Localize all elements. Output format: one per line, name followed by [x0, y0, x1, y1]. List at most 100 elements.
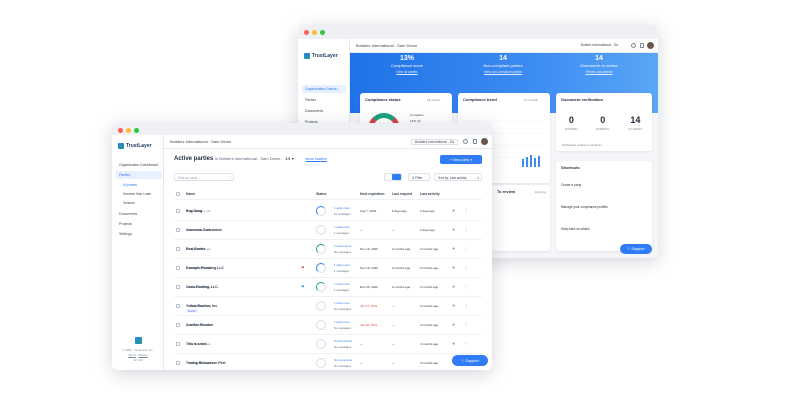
send-request-icon[interactable]: ✈ — [452, 303, 455, 308]
party-name[interactable]: This is a test Fannie Mae Loan — [186, 342, 211, 346]
row-checkbox[interactable] — [176, 323, 180, 327]
row-checkbox[interactable] — [176, 304, 180, 308]
more-options-icon[interactable]: ⋮ — [464, 303, 468, 308]
more-options-icon[interactable]: ⋮ — [464, 265, 468, 270]
filter-button[interactable]: ⚲ Filter — [408, 173, 430, 181]
trend-range[interactable]: 12 months — [524, 98, 538, 102]
party-name[interactable]: Another Plumber Fannie Mae Loan — [186, 323, 214, 327]
send-request-icon[interactable]: ✈ — [452, 246, 455, 251]
sidebar-item-parties[interactable]: Parties — [116, 171, 162, 179]
table-row[interactable]: Yellow Roofers, Inc. Fannie Mae Loan Roofe… — [174, 297, 482, 316]
review-documents-link[interactable]: Review documents — [554, 70, 644, 74]
more-options-icon[interactable]: ⋮ — [464, 322, 468, 327]
sidebar-subitem-all-parties[interactable]: All parties — [116, 181, 162, 189]
row-checkbox[interactable] — [176, 361, 180, 365]
messages-link[interactable]: No messages — [334, 307, 351, 311]
action-items-link[interactable]: 1 action item — [334, 320, 350, 324]
messages-link[interactable]: No messages — [334, 345, 351, 349]
expired-count[interactable]: 0 EXPIRED — [565, 115, 577, 131]
row-checkbox[interactable] — [176, 247, 180, 251]
search-icon[interactable] — [463, 139, 468, 144]
messages-link[interactable]: No messages — [334, 326, 351, 330]
bell-icon[interactable] — [640, 43, 644, 48]
shortcut-keep-tabs[interactable]: Keep tabs on what's — [561, 227, 590, 231]
support-button[interactable]: ? Support — [620, 244, 652, 254]
column-status[interactable]: Status — [316, 192, 326, 196]
row-checkbox[interactable] — [176, 285, 180, 289]
table-row[interactable]: Testing Richardson Peet Fannie Mae Loan No… — [174, 354, 482, 370]
table-row[interactable]: Awesome Contractors Fannie Mae Loan 1 acti… — [174, 221, 482, 240]
more-options-icon[interactable]: ⋮ — [464, 208, 468, 213]
select-all-checkbox[interactable] — [176, 192, 180, 196]
more-options-icon[interactable]: ⋮ — [464, 246, 468, 251]
window-controls[interactable] — [304, 30, 325, 35]
organization-select[interactable]: Builders International - Sa — [410, 139, 458, 145]
expiring-count[interactable]: 0 EXPIRING — [596, 115, 609, 131]
view-toggle[interactable] — [384, 173, 402, 181]
view-all-parties-link[interactable]: View all parties — [362, 70, 452, 74]
messages-link[interactable]: 1 messages — [334, 269, 349, 273]
avatar[interactable] — [481, 138, 488, 145]
messages-link[interactable]: No messages — [334, 250, 351, 254]
send-request-icon[interactable]: ✈ — [452, 227, 455, 232]
party-name[interactable]: Awesome Contractors Fannie Mae Loan — [186, 228, 222, 232]
app-logo[interactable]: TrustLayer — [118, 143, 152, 149]
column-last-activity[interactable]: Last activity — [420, 192, 440, 196]
party-name[interactable]: Example Plumbing LLC Fannie Mae Loan — [186, 266, 224, 270]
list-view-icon[interactable] — [392, 174, 401, 180]
breadcrumb[interactable]: Builders International - Sam Demo — [356, 43, 417, 48]
messages-link[interactable]: 1 messages — [334, 231, 349, 235]
row-checkbox[interactable] — [176, 342, 180, 346]
sidebar-item-parties[interactable]: Parties — [302, 96, 346, 104]
to-verify-count[interactable]: 14 TO VERIFY — [628, 115, 643, 131]
row-checkbox[interactable] — [176, 266, 180, 270]
column-last-request[interactable]: Last request — [392, 192, 412, 196]
action-items-link[interactable]: 1 action item — [334, 263, 350, 267]
avatar[interactable] — [647, 42, 654, 49]
send-request-icon[interactable]: ✈ — [452, 284, 455, 289]
search-input[interactable]: Find by name... ⌕ — [174, 173, 234, 181]
row-checkbox[interactable] — [176, 209, 180, 213]
action-items-link[interactable]: 1 action item — [334, 301, 350, 305]
sidebar-subitem-hammer-man-loam[interactable]: Hammer Man Loam — [116, 190, 162, 198]
more-options-icon[interactable]: ⋮ — [464, 284, 468, 289]
view-non-compliant-link[interactable]: View non-compliant parties — [458, 70, 548, 74]
bell-icon[interactable] — [473, 139, 477, 144]
column-name[interactable]: Name — [186, 192, 195, 196]
send-request-icon[interactable]: ✈ — [452, 322, 455, 327]
table-row[interactable]: Bug Gang Fannie Mae Loan 1 action item 10 m… — [174, 202, 482, 221]
table-row[interactable]: Zumo Roofing, LLC. Fannie Mae Loan ⚑ 1 acti… — [174, 278, 482, 297]
party-name[interactable]: Zumo Roofing, LLC. Fannie Mae Loan — [186, 285, 218, 289]
send-request-icon[interactable]: ✈ — [452, 265, 455, 270]
window-controls[interactable] — [118, 128, 139, 133]
more-options-icon[interactable]: ⋮ — [464, 227, 468, 232]
sidebar-item-projects[interactable]: Projects — [116, 220, 162, 228]
privacy-link[interactable]: Privacy — [138, 353, 147, 357]
search-icon[interactable] — [631, 43, 636, 48]
column-next-expiration[interactable]: Next expiration — [360, 192, 385, 196]
sidebar-item-documents[interactable]: Documents — [302, 107, 346, 115]
table-row[interactable]: Another Plumber Fannie Mae Loan 1 action i… — [174, 316, 482, 335]
action-items-link[interactable]: 2 action items — [334, 244, 351, 248]
action-items-link[interactable]: 1 action item — [334, 282, 350, 286]
sidebar-item-documents[interactable]: Documents — [116, 210, 162, 218]
action-items-link[interactable]: No documents — [334, 339, 352, 343]
shortcut-compliance-profiles[interactable]: Manage your compliance profiles — [561, 205, 608, 209]
support-button[interactable]: ? Support — [452, 355, 488, 366]
party-name[interactable]: Testing Richardson Peet Fannie Mae Loan — [186, 361, 226, 365]
parties-filter[interactable]: All parties — [427, 98, 440, 102]
sidebar-subitem-vendors[interactable]: Vendors — [116, 199, 162, 207]
show-inactive-link[interactable]: show inactive — [305, 157, 327, 161]
row-checkbox[interactable] — [176, 228, 180, 232]
sidebar-item-dashboard[interactable]: Organization Dashboard — [116, 161, 162, 169]
more-options-icon[interactable]: ⋮ — [464, 341, 468, 346]
shortcut-create-party[interactable]: Create a party — [561, 183, 581, 187]
chevron-down-icon[interactable]: ▾ — [292, 156, 294, 161]
party-name[interactable]: Yellow Roofers, Inc. Fannie Mae Loan — [186, 304, 218, 308]
sort-select[interactable]: Sort by: Last activity ▾ — [434, 173, 482, 181]
send-request-icon[interactable]: ✈ — [452, 208, 455, 213]
messages-link[interactable]: No messages — [334, 364, 351, 368]
table-row[interactable]: Best Roofer Fannie Mae Loan 2 action items… — [174, 240, 482, 259]
table-row[interactable]: This is a test Fannie Mae Loan No document… — [174, 335, 482, 354]
terms-link[interactable]: Terms — [128, 353, 136, 357]
